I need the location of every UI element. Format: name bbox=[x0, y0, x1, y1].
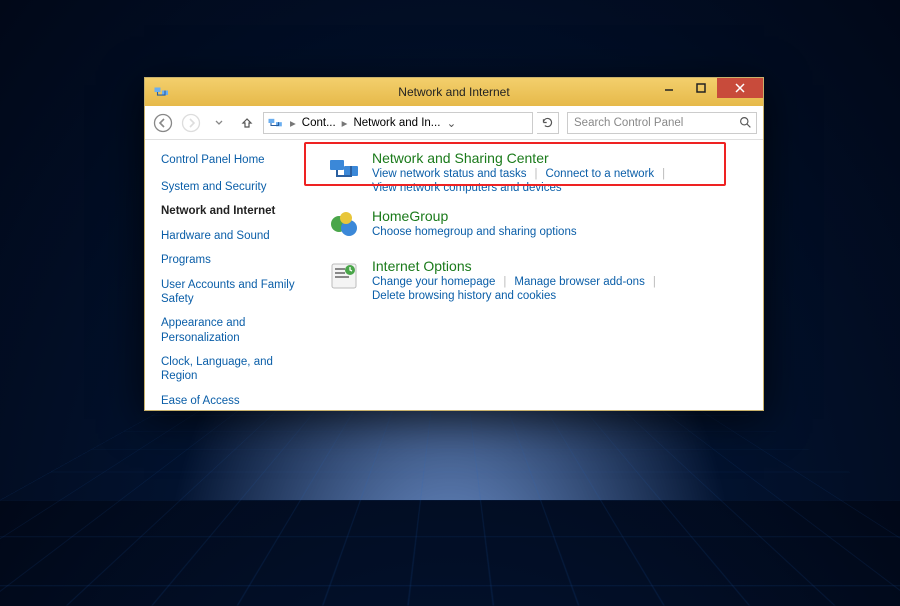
category-title-2[interactable]: Internet Options bbox=[372, 258, 749, 274]
sidebar-items: System and Security Network and Internet H… bbox=[161, 180, 308, 408]
chevron-right-icon[interactable]: ▸ bbox=[340, 116, 350, 130]
sidebar-item-5[interactable]: Appearance and Personalization bbox=[161, 316, 308, 345]
breadcrumb-seg-network[interactable]: Network and In... bbox=[349, 117, 444, 129]
sidebar-item-0[interactable]: System and Security bbox=[161, 180, 308, 194]
forward-button[interactable] bbox=[179, 111, 203, 135]
category-1: HomeGroup Choose homegroup and sharing op… bbox=[326, 208, 749, 244]
breadcrumb-seg-control-panel[interactable]: Cont... bbox=[298, 117, 340, 129]
search-input[interactable] bbox=[568, 117, 734, 129]
category-icon-2 bbox=[326, 258, 362, 294]
main-panel: Network and Sharing CenterView network s… bbox=[320, 140, 763, 410]
app-icon bbox=[153, 83, 171, 101]
sublink-2-0[interactable]: Change your homepage bbox=[372, 276, 495, 288]
chevron-right-icon[interactable]: ▸ bbox=[288, 116, 298, 130]
minimize-button[interactable] bbox=[653, 78, 685, 98]
titlebar[interactable]: Network and Internet bbox=[145, 78, 763, 106]
up-button[interactable] bbox=[235, 111, 259, 135]
search-box[interactable] bbox=[567, 112, 757, 134]
back-button[interactable] bbox=[151, 111, 175, 135]
maximize-button[interactable] bbox=[685, 78, 717, 98]
sublink-2-1[interactable]: Manage browser add-ons bbox=[514, 276, 644, 288]
breadcrumb[interactable]: ▸ Cont... ▸ Network and In... ⌄ bbox=[263, 112, 533, 134]
navbar: ▸ Cont... ▸ Network and In... ⌄ bbox=[145, 106, 763, 140]
window-title: Network and Internet bbox=[398, 85, 509, 99]
sidebar-item-7[interactable]: Ease of Access bbox=[161, 394, 308, 408]
control-panel-home-link[interactable]: Control Panel Home bbox=[161, 154, 308, 166]
separator: | bbox=[653, 276, 656, 288]
sidebar-item-4[interactable]: User Accounts and Family Safety bbox=[161, 278, 308, 307]
background-grid bbox=[0, 392, 900, 606]
category-title-1[interactable]: HomeGroup bbox=[372, 208, 749, 224]
search-icon[interactable] bbox=[734, 116, 756, 129]
breadcrumb-icon bbox=[266, 113, 286, 133]
recent-dropdown[interactable] bbox=[207, 111, 231, 135]
sublink-1-0[interactable]: Choose homegroup and sharing options bbox=[372, 226, 577, 238]
category-2: Internet Options Change your homepage | Man… bbox=[326, 258, 749, 302]
category-icon-1 bbox=[326, 208, 362, 244]
sidebar-item-1[interactable]: Network and Internet bbox=[161, 204, 308, 218]
highlight-annotation bbox=[304, 142, 726, 186]
window-controls bbox=[653, 78, 763, 98]
breadcrumb-dropdown-icon[interactable]: ⌄ bbox=[444, 116, 458, 130]
sidebar: Control Panel Home System and Security Ne… bbox=[145, 140, 320, 410]
sidebar-item-2[interactable]: Hardware and Sound bbox=[161, 229, 308, 243]
close-button[interactable] bbox=[717, 78, 763, 98]
refresh-button[interactable] bbox=[537, 112, 559, 134]
sidebar-item-3[interactable]: Programs bbox=[161, 253, 308, 267]
sublink-2-2[interactable]: Delete browsing history and cookies bbox=[372, 290, 556, 302]
separator: | bbox=[503, 276, 506, 288]
control-panel-window: Network and Internet ▸ Cont... ▸ Network… bbox=[144, 77, 764, 411]
sidebar-item-6[interactable]: Clock, Language, and Region bbox=[161, 355, 308, 384]
body: Control Panel Home System and Security Ne… bbox=[145, 140, 763, 410]
